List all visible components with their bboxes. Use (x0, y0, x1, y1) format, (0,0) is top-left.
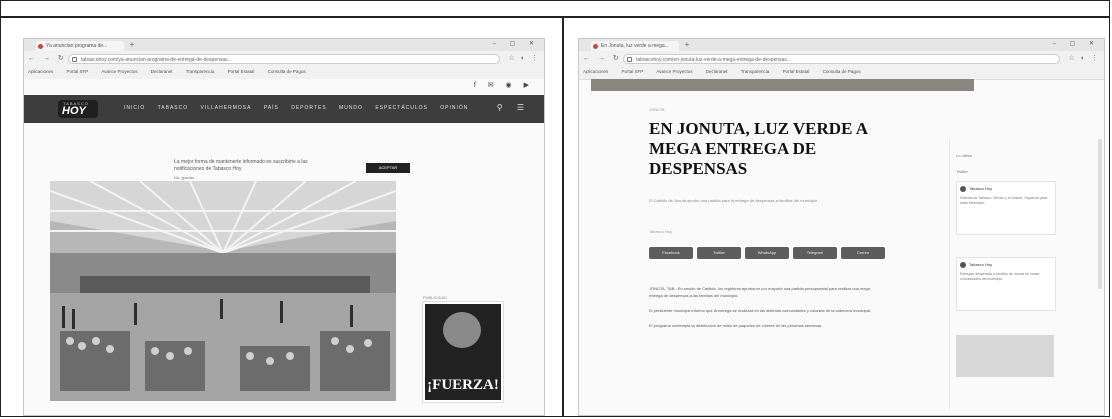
bookmark-item[interactable]: Transparencia (741, 69, 770, 74)
site-logo[interactable]: TABASCO HOY (58, 100, 98, 118)
bookmark-item[interactable]: Avance Proyectos (101, 69, 137, 74)
new-tab-icon[interactable]: + (683, 40, 691, 49)
main-menu: INICIO TABASCO VILLAHERMOSA PAÍS DEPORTE… (124, 105, 478, 111)
tweet-author: Tabasco Hoy (969, 262, 993, 267)
browser-chrome: Ya anuncian programa de... + – ▢ ✕ ← → ↻… (24, 39, 544, 80)
notice-accept-button[interactable]: ACEPTAR (366, 163, 410, 173)
site-navigation-bar: TABASCO HOY INICIO TABASCO VILLAHERMOSA … (24, 95, 544, 123)
site-utility-bar: f ✉ ◉ ▶ (24, 79, 544, 93)
sidebar-advertisement[interactable]: PUBLICIDAD ¡FUERZA! (422, 295, 504, 403)
bookmarks-bar: Aplicaciones Portal SFP Avance Proyectos… (28, 67, 540, 77)
social-icons[interactable]: f ✉ ◉ ▶ (474, 81, 534, 89)
address-bar-row: ← → ↻ tabascohoy.com/en-jonuta-luz-verde… (583, 53, 1100, 65)
browser-tab-bar: En Jonuta, luz verde a mega... + – ▢ ✕ (579, 39, 1104, 51)
browser-tab-title: Ya anuncian programa de... (46, 43, 108, 49)
logo-title: HOY (62, 105, 86, 117)
url-text: tabascohoy.com/ya-anuncian-programa-de-e… (81, 57, 232, 63)
share-facebook-button[interactable]: Facebook (649, 247, 693, 259)
avatar (960, 262, 966, 268)
sidebar-heading: Lo último (956, 153, 973, 158)
bookmark-item[interactable]: Portal SFP (622, 69, 644, 74)
browser-tab-title: En Jonuta, luz verde a mega... (601, 43, 669, 49)
browser-tab-bar: Ya anuncian programa de... + – ▢ ✕ (24, 39, 544, 51)
bookmark-item[interactable]: Aplicaciones (583, 69, 608, 74)
address-bar-row: ← → ↻ tabascohoy.com/ya-anuncian-program… (28, 53, 540, 65)
poster-portrait (443, 312, 481, 348)
ad-poster: ¡FUERZA! (425, 304, 501, 400)
back-forward-reload-icons[interactable]: ← → ↻ (583, 53, 622, 65)
url-input[interactable]: tabascohoy.com/ya-anuncian-programa-de-e… (68, 54, 500, 64)
bookmark-item[interactable]: Transparencia (186, 69, 215, 74)
hero-photo-warehouse[interactable] (50, 181, 396, 401)
sidebar-tweet-card[interactable]: Tabasco Hoy Entregan despensas a familia… (956, 257, 1056, 311)
menu-item[interactable]: PAÍS (264, 105, 279, 111)
push-notice-text: La mejor forma de mantenerte informado e… (174, 159, 308, 172)
notice-dismiss-link[interactable]: No, gracias (174, 175, 194, 180)
article-paragraph: El presidente municipal informó que la e… (649, 308, 872, 313)
menu-item[interactable]: VILLAHERMOSA (201, 105, 252, 111)
menu-item[interactable]: OPINIÓN (440, 105, 468, 111)
bookmark-item[interactable]: Consulta de Pagos (823, 69, 861, 74)
article-sidebar: Lo último Twitter Tabasco Hoy Noticias d… (949, 139, 1060, 409)
scanned-document-page: Ya anuncian programa de... + – ▢ ✕ ← → ↻… (0, 0, 1110, 417)
favicon-icon (593, 44, 598, 49)
menu-item[interactable]: MUNDO (339, 105, 363, 111)
article-headline: EN JONUTA, LUZ VERDE A MEGA ENTREGA DE D… (649, 119, 868, 178)
browser-chrome: En Jonuta, luz verde a mega... + – ▢ ✕ ←… (579, 39, 1104, 80)
screenshot-tabasco-hoy-article: En Jonuta, luz verde a mega... + – ▢ ✕ ←… (578, 38, 1105, 416)
article-paragraph: El programa contempla la distribución de… (649, 323, 823, 328)
lock-icon (627, 57, 632, 62)
table-cell-right: En Jonuta, luz verde a mega... + – ▢ ✕ ←… (564, 16, 1109, 416)
bookmark-item[interactable]: Declaranet (151, 69, 173, 74)
url-text: tabascohoy.com/en-jonuta-luz-verde-a-meg… (636, 57, 791, 63)
menu-item[interactable]: TABASCO (158, 105, 189, 111)
window-controls[interactable]: – ▢ ✕ (493, 40, 540, 47)
bookmarks-bar: Aplicaciones Portal SFP Avance Proyectos… (583, 67, 1100, 77)
tweet-author: Tabasco Hoy (969, 186, 993, 191)
bookmark-item[interactable]: Declaranet (706, 69, 728, 74)
bookmark-item[interactable]: Portal SFP (67, 69, 89, 74)
search-and-menu-icons[interactable]: ⚲ ☰ (497, 103, 530, 112)
window-controls[interactable]: – ▢ ✕ (1053, 40, 1100, 47)
browser-tab[interactable]: Ya anuncian programa de... (36, 41, 124, 51)
sidebar-tab[interactable]: Twitter (956, 169, 968, 174)
sidebar-image[interactable] (956, 335, 1054, 377)
article-byline: Tabasco Hoy (649, 229, 673, 234)
bookmark-item[interactable]: Avance Proyectos (656, 69, 692, 74)
bookmark-item[interactable]: Portal Estatal (783, 69, 810, 74)
article-paragraph: JONUTA, TAB.- En sesión de Cabildo, los … (649, 286, 871, 298)
share-twitter-button[interactable]: Twitter (697, 247, 741, 259)
browser-tab[interactable]: En Jonuta, luz verde a mega... (591, 41, 679, 51)
article-section-tag[interactable]: JONUTA (649, 107, 665, 112)
share-telegram-button[interactable]: Telegram (793, 247, 837, 259)
tweet-text: Noticias de Tabasco, México y el mundo. … (960, 196, 1048, 205)
url-input[interactable]: tabascohoy.com/en-jonuta-luz-verde-a-meg… (623, 54, 1060, 64)
article-summary: El Cabildo de Jonuta aprobó una partida … (649, 198, 818, 203)
ad-label: PUBLICIDAD (423, 295, 448, 300)
tweet-text: Entregan despensas a familias de Jonuta … (960, 272, 1040, 281)
warehouse-photo-illustration (50, 181, 396, 401)
bookmark-item[interactable]: Portal Estatal (228, 69, 255, 74)
article-body: JONUTA, TAB.- En sesión de Cabildo, los … (649, 285, 879, 337)
extension-icons[interactable]: ☆ ◐ ⋮ (1069, 54, 1100, 64)
lock-icon (72, 57, 77, 62)
sidebar-tweet-card[interactable]: Tabasco Hoy Noticias de Tabasco, México … (956, 181, 1056, 235)
menu-item[interactable]: DEPORTES (291, 105, 326, 111)
ad-poster-text: ¡FUERZA! (427, 377, 499, 393)
new-tab-icon[interactable]: + (128, 40, 136, 49)
bookmark-item[interactable]: Aplicaciones (28, 69, 53, 74)
menu-item[interactable]: ESPECTÁCULOS (375, 105, 428, 111)
screenshot-tabasco-hoy-home: Ya anuncian programa de... + – ▢ ✕ ← → ↻… (23, 38, 545, 416)
avatar (960, 186, 966, 192)
table-cell-left: Ya anuncian programa de... + – ▢ ✕ ← → ↻… (1, 16, 564, 416)
share-whatsapp-button[interactable]: WhatsApp (745, 247, 789, 259)
menu-item[interactable]: INICIO (124, 105, 145, 111)
scrollbar[interactable] (1098, 139, 1102, 289)
favicon-icon (38, 44, 43, 49)
extension-icons[interactable]: ☆ ◐ ⋮ (509, 54, 540, 64)
share-email-button[interactable]: Correo (841, 247, 885, 259)
bookmark-item[interactable]: Consulta de Pagos (268, 69, 306, 74)
top-photo-strip (591, 79, 974, 91)
back-forward-reload-icons[interactable]: ← → ↻ (28, 53, 67, 65)
